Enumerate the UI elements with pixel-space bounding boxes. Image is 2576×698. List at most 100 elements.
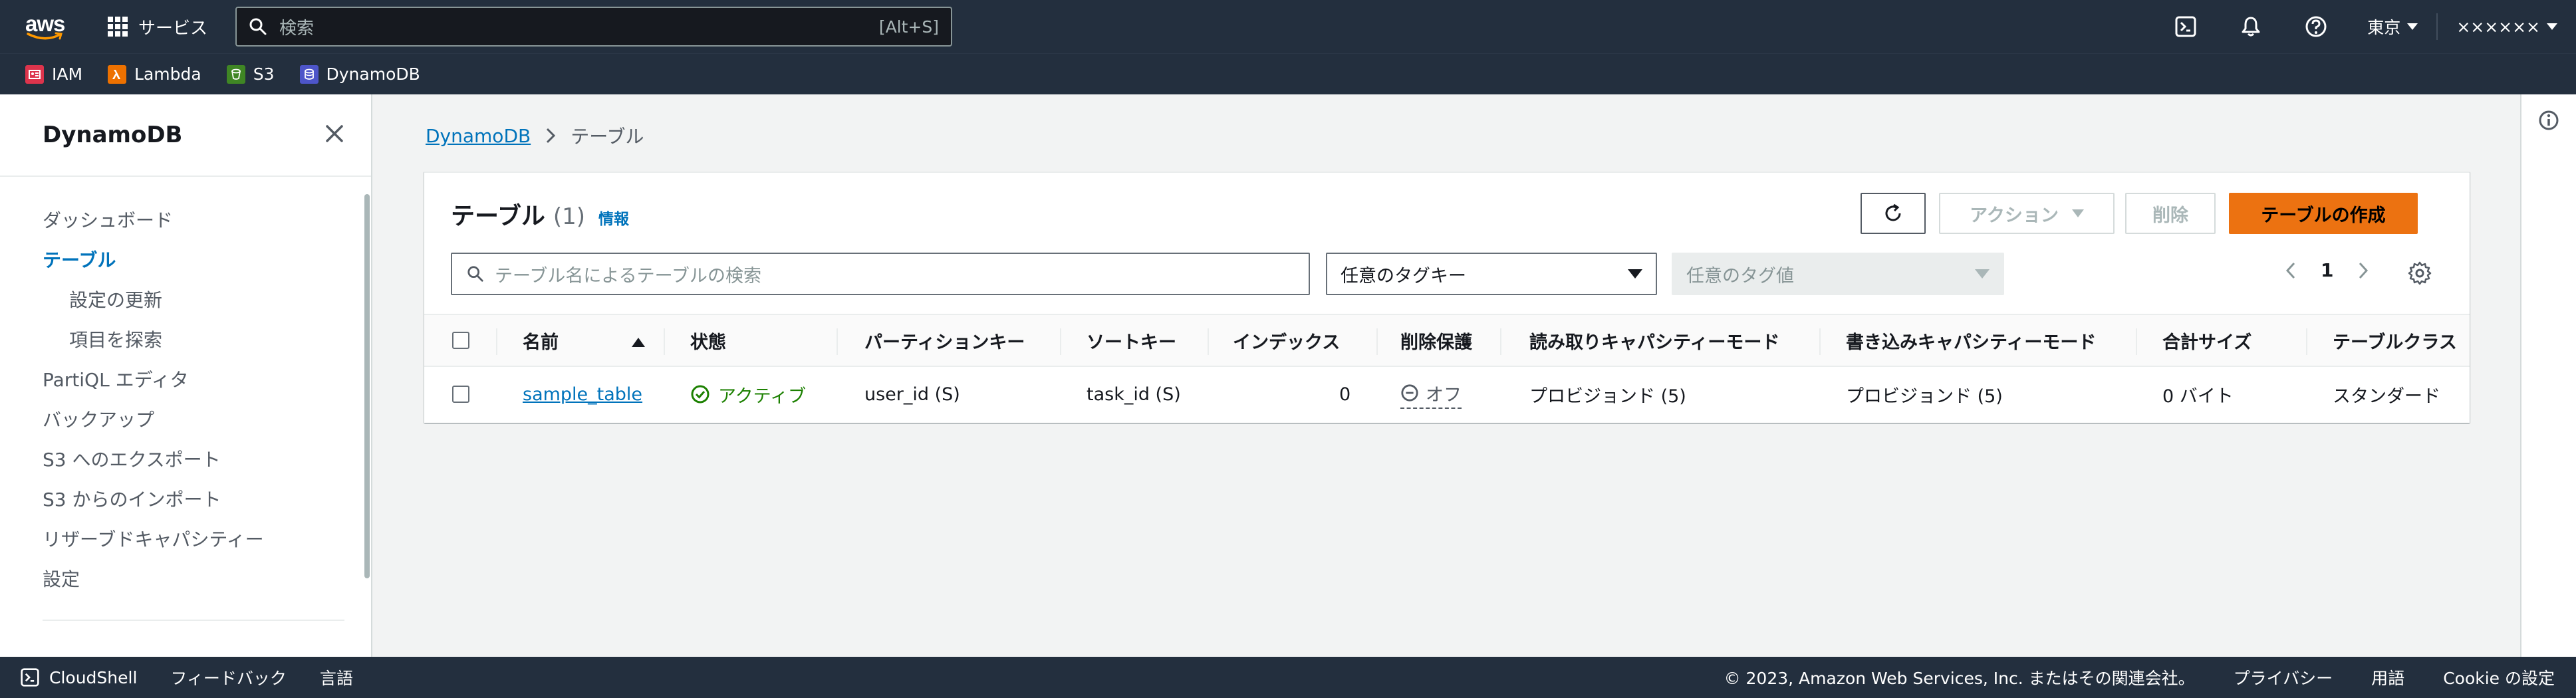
terms-link[interactable]: 用語: [2371, 665, 2404, 689]
lambda-service-icon: [108, 64, 127, 84]
table-count: (1): [553, 203, 586, 230]
sidebar-item-tables[interactable]: テーブル: [0, 241, 371, 281]
tag-value-select[interactable]: 任意のタグ値: [1672, 253, 2004, 295]
tables-panel: テーブル (1) 情報 アクション 削除 テーブルの作成 テーブル名によるテーブ…: [424, 172, 2470, 423]
sidenav-title[interactable]: DynamoDB: [43, 122, 182, 148]
column-header-write-capacity-mode[interactable]: 書き込みキャパシティーモード: [1846, 315, 2096, 366]
chevron-left-icon[interactable]: [2285, 261, 2297, 281]
help-icon[interactable]: [2305, 15, 2327, 38]
column-header-partition-key[interactable]: パーティションキー: [864, 315, 1025, 366]
favorite-label: DynamoDB: [326, 64, 420, 84]
column-header-sort-key[interactable]: ソートキー: [1087, 315, 1176, 366]
search-placeholder: 検索: [279, 18, 315, 39]
favorite-label: IAM: [52, 64, 83, 84]
partition-key-cell: user_id (S): [864, 384, 960, 405]
language-link[interactable]: 言語: [320, 665, 353, 689]
tag-value-placeholder: 任意のタグ値: [1686, 265, 1794, 287]
cookie-settings-link[interactable]: Cookie の設定: [2443, 665, 2555, 689]
sidenav-header: DynamoDB: [0, 94, 371, 177]
delete-button[interactable]: 削除: [2125, 193, 2216, 234]
column-header-table-class[interactable]: テーブルクラス: [2333, 315, 2457, 366]
sidebar-item-imports-from-s3[interactable]: S3 からのインポート: [0, 480, 371, 520]
tag-key-select[interactable]: 任意のタグキー: [1326, 253, 1657, 295]
nav-right: 東京 ××××××: [2153, 13, 2576, 40]
gear-icon[interactable]: [2407, 261, 2432, 286]
feedback-link[interactable]: フィードバック: [170, 665, 287, 689]
column-divider: [496, 328, 497, 355]
sidebar-item-reserved-capacity[interactable]: リザーブドキャパシティー: [0, 520, 371, 560]
column-divider: [1208, 328, 1209, 355]
sidebar-item-partiql-editor[interactable]: PartiQL エディタ: [0, 360, 371, 400]
favorite-s3[interactable]: S3: [226, 64, 275, 84]
column-header-indexes[interactable]: インデックス: [1233, 315, 1340, 366]
region-selector[interactable]: 東京: [2367, 15, 2418, 39]
close-icon[interactable]: [324, 124, 344, 144]
indexes-cell: 0: [1339, 384, 1351, 405]
sidebar-item-exports-to-s3[interactable]: S3 へのエクスポート: [0, 440, 371, 480]
privacy-link[interactable]: プライバシー: [2234, 665, 2333, 689]
column-header-deletion-protection[interactable]: 削除保護: [1400, 315, 1472, 366]
sidebar-item-settings[interactable]: 設定: [0, 560, 371, 600]
tables-table: 名前 状態 パーティションキー ソートキー インデックス 削除保護 読み取りキャ…: [424, 314, 2470, 421]
favorite-label: Lambda: [134, 64, 201, 84]
sidebar-item-explore-items[interactable]: 項目を探索: [0, 320, 371, 360]
cloudshell-icon: [21, 668, 39, 687]
sidenav-scrollbar[interactable]: [364, 194, 370, 578]
write-capacity-mode-cell: プロビジョンド (5): [1846, 386, 2003, 407]
breadcrumb: DynamoDB テーブル: [426, 122, 644, 149]
refresh-button[interactable]: [1861, 193, 1926, 234]
sidebar-item-dashboard[interactable]: ダッシュボード: [0, 201, 371, 241]
panel-header: テーブル (1) 情報: [451, 197, 629, 231]
info-link[interactable]: 情報: [598, 206, 629, 229]
row-checkbox[interactable]: [452, 386, 469, 403]
cloudshell-button[interactable]: CloudShell: [20, 667, 137, 687]
cloudshell-icon[interactable]: [2174, 15, 2197, 38]
services-label: サービス: [138, 18, 208, 39]
info-icon[interactable]: [2537, 109, 2560, 132]
chevron-right-icon[interactable]: [2357, 261, 2369, 281]
table-row: sample_table アクティブ user_id (S) task_id (…: [424, 367, 2470, 421]
select-all-cell: [452, 315, 469, 366]
services-menu[interactable]: サービス: [108, 15, 207, 39]
chevron-right-icon: [547, 128, 556, 144]
search-icon: [249, 18, 267, 35]
account-menu[interactable]: ××××××: [2456, 17, 2557, 37]
favorite-dynamodb[interactable]: DynamoDB: [299, 64, 420, 84]
region-caret-icon: [2407, 23, 2418, 30]
tools-rail: [2520, 94, 2576, 657]
column-header-name[interactable]: 名前: [523, 315, 559, 366]
nav-divider: [2436, 13, 2438, 40]
refresh-icon: [1885, 203, 1901, 221]
pagination: 1: [2285, 259, 2369, 281]
sort-ascending-icon[interactable]: [632, 338, 645, 347]
aws-smile-icon: [27, 32, 63, 40]
column-header-read-capacity-mode[interactable]: 読み取りキャパシティーモード: [1529, 315, 1779, 366]
tag-key-value: 任意のタグキー: [1341, 265, 1466, 287]
caret-down-icon: [1628, 269, 1642, 279]
notifications-bell-icon[interactable]: [2240, 15, 2262, 38]
services-grid-icon: [108, 17, 128, 37]
actions-button[interactable]: アクション: [1939, 193, 2115, 234]
table-name-link[interactable]: sample_table: [523, 384, 642, 405]
column-header-status[interactable]: 状態: [690, 315, 726, 366]
sidebar-item-backups[interactable]: バックアップ: [0, 400, 371, 440]
table-search-placeholder: テーブル名によるテーブルの検索: [495, 265, 761, 287]
global-search-input[interactable]: 検索 [Alt+S]: [235, 7, 953, 47]
column-divider: [837, 328, 838, 355]
column-header-total-size[interactable]: 合計サイズ: [2162, 315, 2252, 366]
table-search-input[interactable]: テーブル名によるテーブルの検索: [451, 253, 1310, 295]
favorite-lambda[interactable]: Lambda: [108, 64, 201, 84]
select-all-checkbox[interactable]: [452, 332, 469, 349]
aws-logo[interactable]: aws: [24, 10, 68, 43]
page-number[interactable]: 1: [2321, 259, 2333, 281]
deletion-protection-value[interactable]: オフ: [1400, 380, 1462, 409]
sidebar-item-update-settings[interactable]: 設定の更新: [0, 281, 371, 320]
footer: CloudShell フィードバック 言語 © 2023, Amazon Web…: [0, 657, 2576, 698]
column-divider: [1060, 328, 1061, 355]
favorite-iam[interactable]: IAM: [25, 64, 82, 84]
actions-label: アクション: [1970, 205, 2059, 226]
deletion-protection-cell: オフ: [1400, 367, 1462, 421]
side-navigation: DynamoDB ダッシュボード テーブル 設定の更新 項目を探索 PartiQ…: [0, 94, 372, 657]
breadcrumb-dynamodb[interactable]: DynamoDB: [426, 125, 531, 147]
create-table-button[interactable]: テーブルの作成: [2229, 193, 2418, 234]
